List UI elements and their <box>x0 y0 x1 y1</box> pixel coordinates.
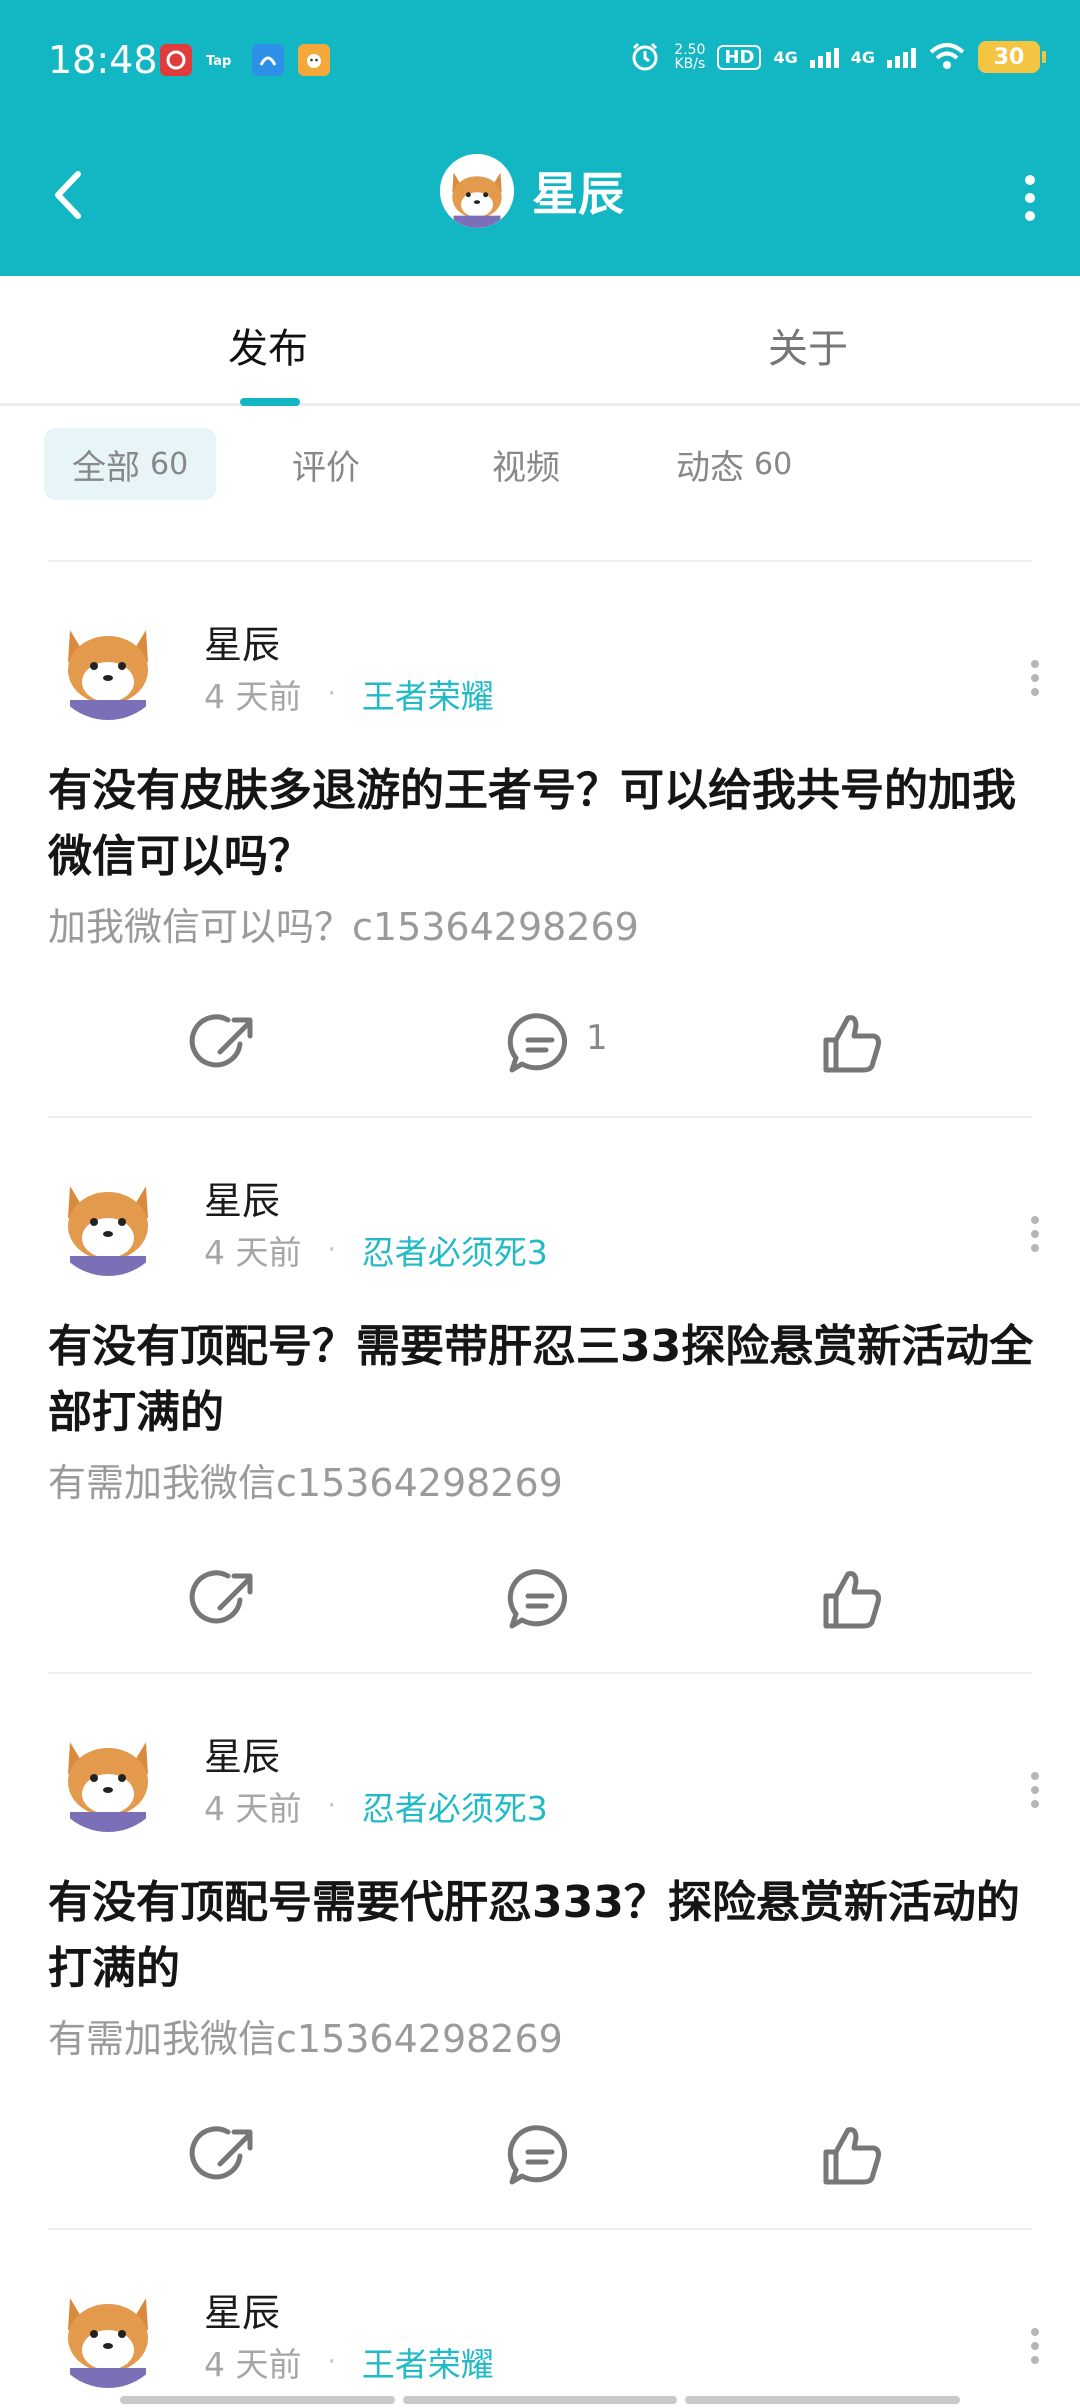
filter-moments-label: 动态 <box>676 447 744 488</box>
header-title-group: 星辰 <box>440 154 624 228</box>
filter-reviews-label: 评价 <box>292 447 360 488</box>
tab-about[interactable]: 关于 <box>768 316 848 374</box>
signal1-icon <box>809 46 839 68</box>
status-indicators: 2.50 KB/s HD 4G 4G 30 <box>628 40 1046 74</box>
post-time: 4 天前 <box>204 677 302 716</box>
post-time: 4 天前 <box>204 2345 302 2384</box>
post-card[interactable]: 星辰 4 天前 · 王者荣耀 <box>0 2230 1080 2408</box>
author-avatar[interactable] <box>48 1156 168 1276</box>
author-name[interactable]: 星辰 <box>204 1726 280 1781</box>
post-more-icon[interactable] <box>1020 648 1050 708</box>
net-speed: 2.50 KB/s <box>674 43 705 71</box>
share-icon[interactable] <box>188 1004 268 1084</box>
post-more-icon[interactable] <box>1020 1204 1050 1264</box>
comment-count: 1 <box>586 1018 608 1058</box>
author-avatar[interactable] <box>48 600 168 720</box>
post-actions: 1 <box>0 1004 1080 1084</box>
game-tag[interactable]: 忍者必须死3 <box>362 1226 548 1274</box>
post-headline[interactable]: 有没有皮肤多退游的王者号？可以给我共号的加我微信可以吗？ <box>48 758 1038 890</box>
filter-all[interactable]: 全部 60 <box>44 428 217 500</box>
author-name[interactable]: 星辰 <box>204 2282 280 2337</box>
author-name[interactable]: 星辰 <box>204 1170 280 1225</box>
battery-icon: 30 <box>978 41 1046 73</box>
status-time: 18:48 <box>48 38 158 82</box>
status-bar: 18:48 Tap 2.50 KB/s HD 4G 4G 30 <box>0 0 1080 120</box>
author-avatar[interactable] <box>48 2268 168 2388</box>
meta-separator: · <box>327 1791 336 1821</box>
post-meta: 4 天前 · 忍者必须死3 <box>204 1226 548 1274</box>
header: 星辰 <box>0 120 1080 276</box>
filter-videos-label: 视频 <box>492 447 560 488</box>
game-tag[interactable]: 王者荣耀 <box>362 2338 494 2386</box>
share-icon[interactable] <box>188 2116 268 2196</box>
post-body[interactable]: 有需加我微信c15364298269 <box>48 1452 563 1507</box>
netease-music-icon <box>160 44 192 76</box>
status-app-icons: Tap <box>160 44 330 76</box>
share-icon[interactable] <box>188 1560 268 1640</box>
like-icon[interactable] <box>812 1560 892 1640</box>
page-title: 星辰 <box>532 167 624 221</box>
gesture-bar <box>120 2396 961 2404</box>
game-tag[interactable]: 忍者必须死3 <box>362 1782 548 1830</box>
meta-separator: · <box>327 1235 336 1265</box>
alarm-icon <box>632 42 658 71</box>
game-tag[interactable]: 王者荣耀 <box>362 670 494 718</box>
post-body[interactable]: 加我微信可以吗？c15364298269 <box>48 896 639 951</box>
top-bar: 18:48 Tap 2.50 KB/s HD 4G 4G 30 星辰 <box>0 0 1080 276</box>
header-avatar[interactable] <box>440 154 514 228</box>
post-actions <box>0 2116 1080 2196</box>
back-icon[interactable] <box>40 160 100 230</box>
comment-icon[interactable] <box>500 1560 580 1640</box>
hd-badge: HD <box>717 44 762 70</box>
post-actions <box>0 1560 1080 1640</box>
post-meta: 4 天前 · 王者荣耀 <box>204 670 494 718</box>
post-card[interactable]: 星辰 4 天前 · 王者荣耀 有没有皮肤多退游的王者号？可以给我共号的加我微信可… <box>0 562 1080 1116</box>
tap-icon: Tap <box>206 44 238 76</box>
post-headline[interactable]: 有没有顶配号？需要带肝忍三33探险悬赏新活动全部打满的 <box>48 1314 1038 1446</box>
filter-all-label: 全部 <box>72 447 140 488</box>
post-time: 4 天前 <box>204 1789 302 1828</box>
author-name[interactable]: 星辰 <box>204 614 280 669</box>
meta-separator: · <box>327 2347 336 2377</box>
filter-videos[interactable]: 视频 <box>492 428 560 500</box>
svg-text:Tap: Tap <box>206 54 231 69</box>
post-body[interactable]: 有需加我微信c15364298269 <box>48 2008 563 2063</box>
post-card[interactable]: 星辰 4 天前 · 忍者必须死3 有没有顶配号需要代肝忍333？探险悬赏新活动的… <box>0 1674 1080 2228</box>
filter-chips: 全部 60 评价 视频 动态 60 <box>44 428 1044 500</box>
filter-reviews[interactable]: 评价 <box>292 428 360 500</box>
signal1-label: 4G <box>773 47 798 67</box>
post-meta: 4 天前 · 忍者必须死3 <box>204 1782 548 1830</box>
game-icon <box>298 44 330 76</box>
browser-icon <box>252 44 284 76</box>
comment-icon[interactable] <box>500 2116 580 2196</box>
post-time: 4 天前 <box>204 1233 302 1272</box>
author-avatar[interactable] <box>48 1712 168 1832</box>
tab-bar: 发布 关于 <box>0 276 1080 406</box>
comment-icon[interactable] <box>500 1004 580 1084</box>
filter-moments-count: 60 <box>754 446 793 482</box>
tab-publish[interactable]: 发布 <box>228 316 308 374</box>
meta-separator: · <box>327 679 336 709</box>
post-meta: 4 天前 · 王者荣耀 <box>204 2338 494 2386</box>
filter-moments[interactable]: 动态 60 <box>676 428 792 500</box>
net-speed-unit: KB/s <box>674 56 706 72</box>
more-vertical-icon[interactable] <box>1008 160 1052 236</box>
net-speed-value: 2.50 <box>674 42 706 58</box>
like-icon[interactable] <box>812 1004 892 1084</box>
post-card[interactable]: 星辰 4 天前 · 忍者必须死3 有没有顶配号？需要带肝忍三33探险悬赏新活动全… <box>0 1118 1080 1672</box>
filter-all-count: 60 <box>150 446 189 482</box>
tab-active-indicator <box>240 398 300 406</box>
signal2-icon <box>887 46 916 68</box>
signal2-label: 4G <box>850 47 875 67</box>
post-more-icon[interactable] <box>1020 1760 1050 1820</box>
like-icon[interactable] <box>812 2116 892 2196</box>
post-headline[interactable]: 有没有顶配号需要代肝忍333？探险悬赏新活动的打满的 <box>48 1870 1038 2002</box>
post-more-icon[interactable] <box>1020 2316 1050 2376</box>
wifi-icon <box>929 43 965 69</box>
